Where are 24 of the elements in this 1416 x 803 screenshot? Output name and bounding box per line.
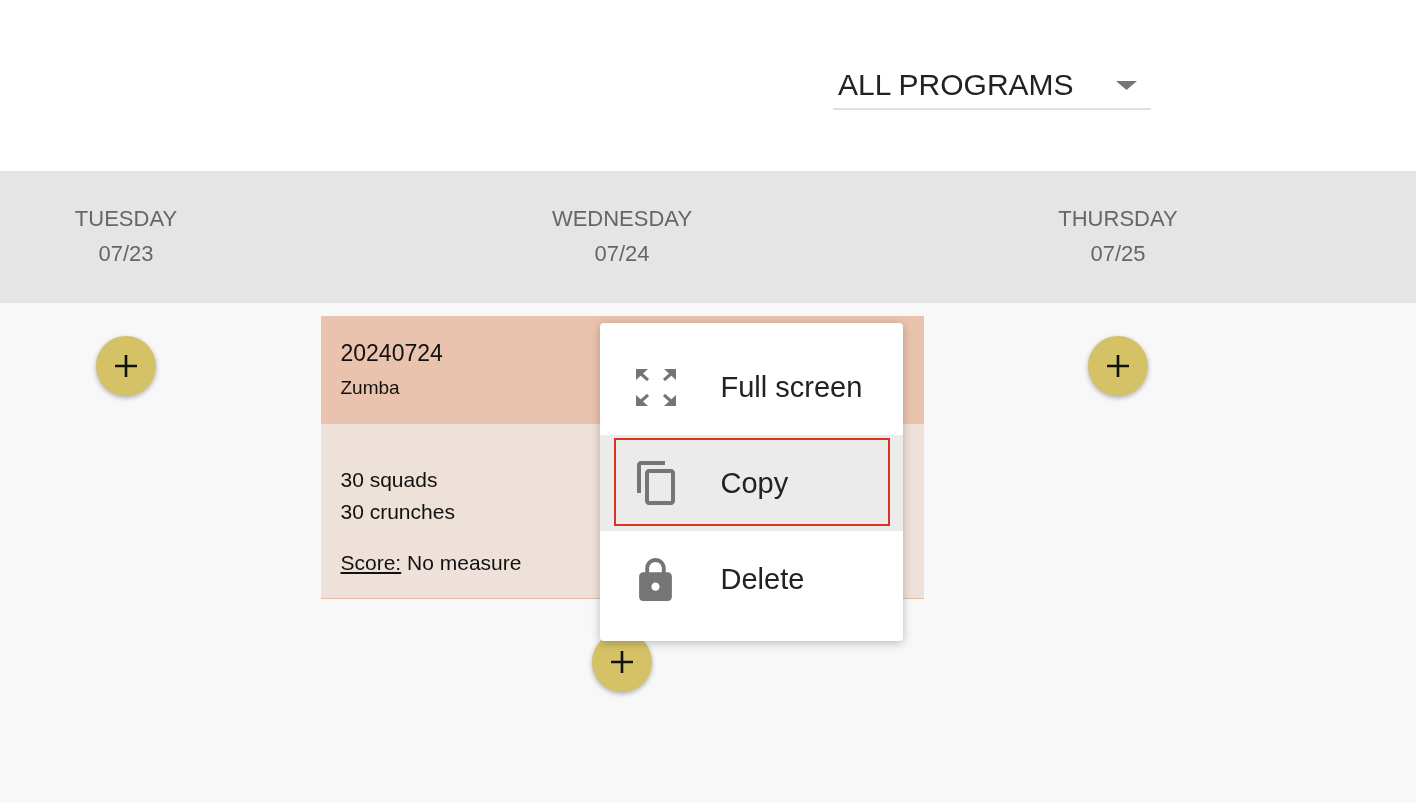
plus-icon <box>1107 355 1129 377</box>
workout-program: Zumba <box>340 377 400 399</box>
score-text: Score: No measure <box>340 550 522 576</box>
menu-item[interactable]: Full screen <box>599 339 903 435</box>
menu-item[interactable]: Copy <box>599 435 903 531</box>
day-date: 07/25 <box>1090 240 1146 268</box>
plus-icon <box>115 355 137 377</box>
day-date: 07/24 <box>594 240 650 268</box>
add-button[interactable] <box>1088 336 1148 396</box>
lock-icon <box>639 557 672 601</box>
expand-arrows-icon <box>635 368 676 406</box>
copy-icon <box>636 461 675 505</box>
day-date: 07/23 <box>98 240 154 268</box>
caret-icon <box>1116 80 1137 90</box>
workout-title: 20240724 <box>340 339 443 368</box>
exercise-text: 30 squads <box>340 467 438 493</box>
add-button[interactable] <box>96 336 156 396</box>
menu-item[interactable]: Delete <box>599 531 903 627</box>
day-name: THURSDAY <box>1058 205 1178 233</box>
day-name: WEDNESDAY <box>551 205 693 233</box>
plus-icon <box>611 651 633 673</box>
exercise-text: 30 crunches <box>340 499 455 525</box>
program-select[interactable]: ALL PROGRAMS <box>833 62 1151 110</box>
day-name: TUESDAY <box>74 205 178 233</box>
